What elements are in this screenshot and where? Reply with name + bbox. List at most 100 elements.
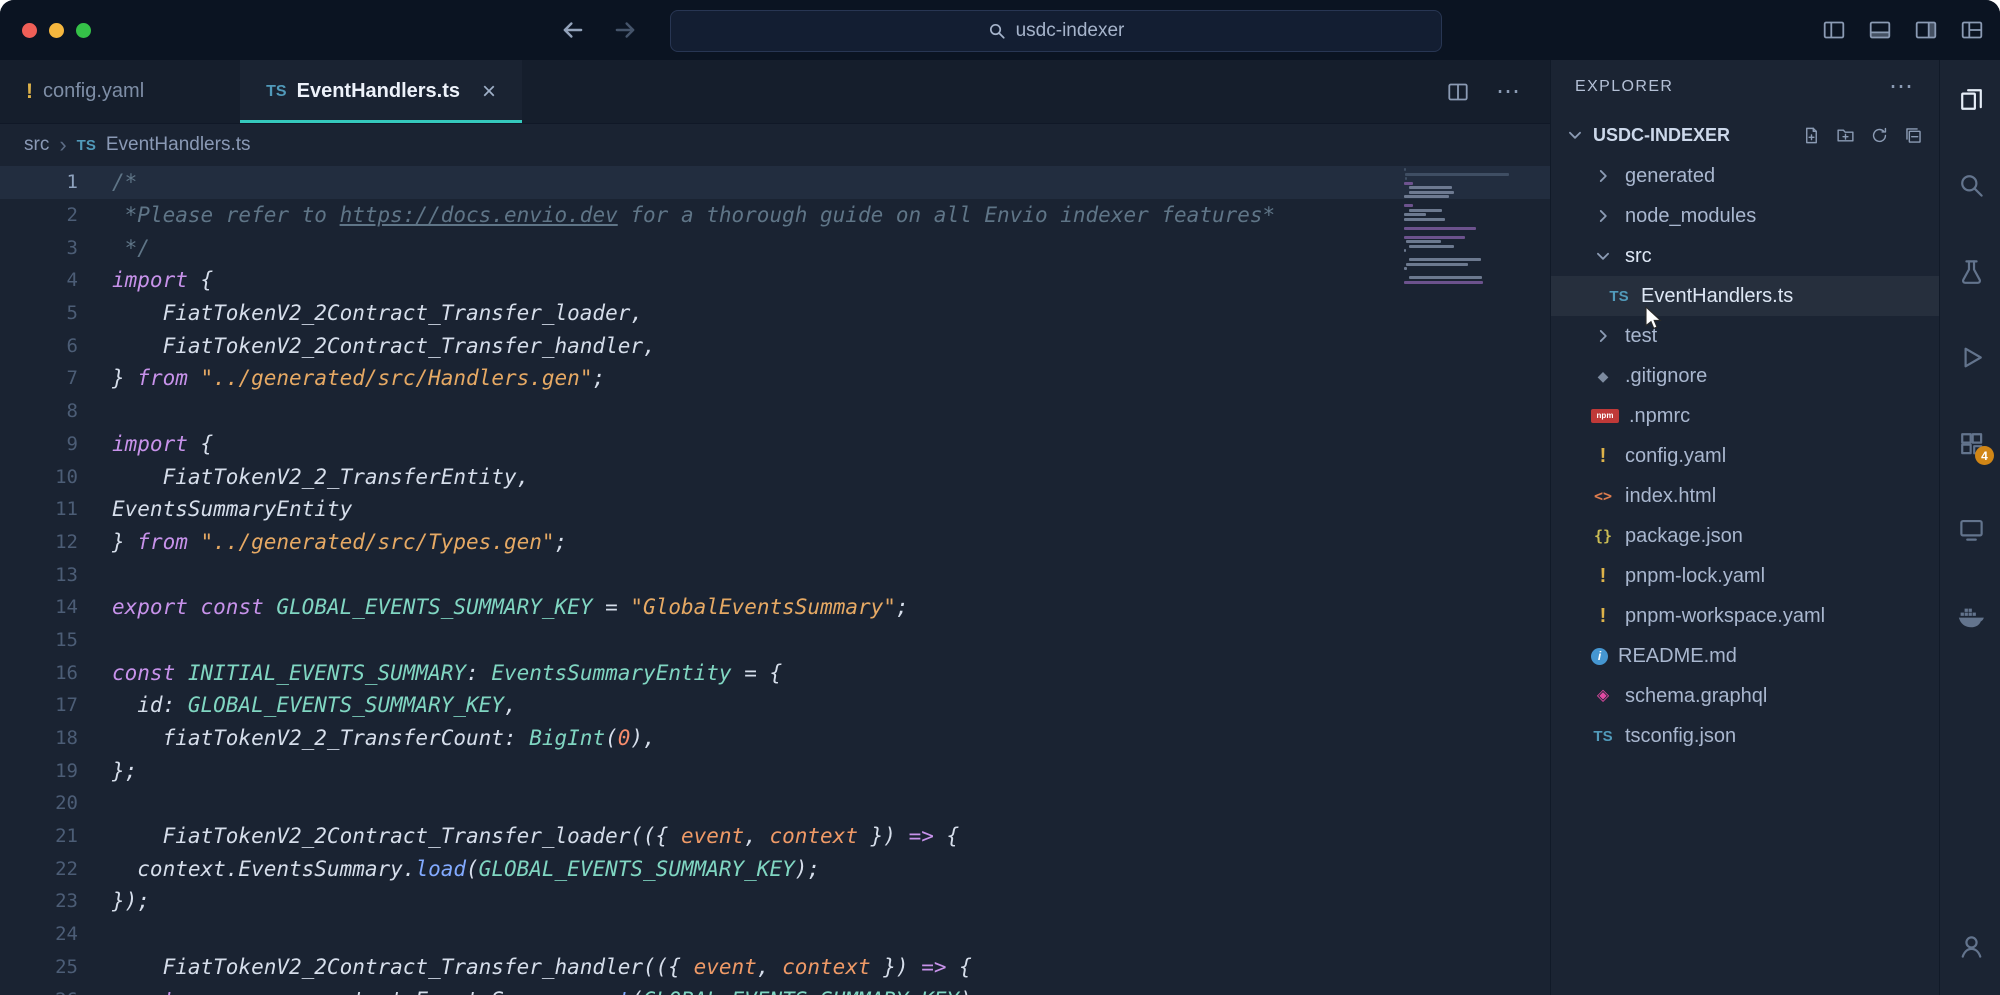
- code-line[interactable]: 4import {: [0, 264, 1550, 297]
- code-line[interactable]: 8: [0, 395, 1550, 428]
- code-line[interactable]: 14export const GLOBAL_EVENTS_SUMMARY_KEY…: [0, 591, 1550, 624]
- toggle-panel-icon[interactable]: [1868, 18, 1892, 42]
- explorer-item-label: src: [1625, 245, 1652, 268]
- code-line[interactable]: 7} from "../generated/src/Handlers.gen";: [0, 362, 1550, 395]
- code-line[interactable]: 24: [0, 918, 1550, 951]
- code-line[interactable]: 9import {: [0, 428, 1550, 461]
- explorer-item-gitignore[interactable]: ◆.gitignore: [1551, 356, 1939, 396]
- tab-config-yaml[interactable]: ! config.yaml: [0, 60, 170, 123]
- explorer-item-label: tsconfig.json: [1625, 725, 1736, 748]
- minimize-window-button[interactable]: [49, 23, 64, 38]
- code-line[interactable]: 23});: [0, 885, 1550, 918]
- run-debug-icon[interactable]: [1956, 342, 1986, 372]
- workspace-section-header[interactable]: USDC-INDEXER: [1551, 114, 1939, 156]
- yaml-icon: !: [1591, 566, 1615, 586]
- explorer-item-label: config.yaml: [1625, 445, 1726, 468]
- close-tab-icon[interactable]: ×: [482, 80, 496, 104]
- npm-icon: npm: [1591, 409, 1619, 423]
- explorer-item-schema-graphql[interactable]: ◈schema.graphql: [1551, 676, 1939, 716]
- code-editor[interactable]: 1/*2 *Please refer to https://docs.envio…: [0, 166, 1550, 995]
- code-line[interactable]: 20: [0, 787, 1550, 820]
- typescript-icon: TS: [1591, 729, 1615, 744]
- explorer-item-config-yaml[interactable]: ! config.yaml: [1551, 436, 1939, 476]
- line-number: 24: [0, 923, 78, 945]
- explorer-sidebar: EXPLORER ⋯ USDC-INDEXER generatednode_mo…: [1550, 60, 1939, 995]
- remote-explorer-icon[interactable]: [1956, 514, 1986, 544]
- code-line[interactable]: 12} from "../generated/src/Types.gen";: [0, 526, 1550, 559]
- search-icon[interactable]: [1956, 170, 1986, 200]
- explorer-item-generated[interactable]: generated: [1551, 156, 1939, 196]
- account-icon[interactable]: [1956, 931, 1986, 961]
- testing-icon[interactable]: [1956, 256, 1986, 286]
- new-folder-icon[interactable]: [1836, 126, 1855, 145]
- code-line[interactable]: 22 context.EventsSummary.load(GLOBAL_EVE…: [0, 852, 1550, 885]
- explorer-item-label: schema.graphql: [1625, 685, 1767, 708]
- explorer-item-test[interactable]: test: [1551, 316, 1939, 356]
- explorer-item-label: EventHandlers.ts: [1641, 285, 1793, 308]
- explorer-item-eventhandlers-ts[interactable]: TS EventHandlers.ts: [1551, 276, 1939, 316]
- split-editor-icon[interactable]: [1446, 80, 1470, 104]
- line-number: 22: [0, 858, 78, 880]
- explorer-item-pnpm-lock-yaml[interactable]: !pnpm-lock.yaml: [1551, 556, 1939, 596]
- code-line[interactable]: 11EventsSummaryEntity: [0, 493, 1550, 526]
- code-line[interactable]: 25 FiatTokenV2_2Contract_Transfer_handle…: [0, 951, 1550, 984]
- code-line[interactable]: 3 */: [0, 231, 1550, 264]
- explorer-item-src[interactable]: src: [1551, 236, 1939, 276]
- line-number: 1: [0, 171, 78, 193]
- explorer-item-npmrc[interactable]: npm .npmrc: [1551, 396, 1939, 436]
- minimap[interactable]: [1404, 168, 1518, 285]
- code-line[interactable]: 1/*: [0, 166, 1550, 199]
- chevron-down-icon: [1563, 126, 1587, 144]
- line-number: 5: [0, 302, 78, 324]
- explorer-item-index-html[interactable]: <>index.html: [1551, 476, 1939, 516]
- new-file-icon[interactable]: [1802, 126, 1821, 145]
- explorer-item-node-modules[interactable]: node_modules: [1551, 196, 1939, 236]
- line-number: 20: [0, 792, 78, 814]
- code-line[interactable]: 5 FiatTokenV2_2Contract_Transfer_loader,: [0, 297, 1550, 330]
- search-value: usdc-indexer: [1016, 20, 1125, 42]
- back-icon[interactable]: [560, 17, 586, 43]
- code-line[interactable]: 16const INITIAL_EVENTS_SUMMARY: EventsSu…: [0, 656, 1550, 689]
- search-icon: [988, 22, 1006, 40]
- code-line[interactable]: 17 id: GLOBAL_EVENTS_SUMMARY_KEY,: [0, 689, 1550, 722]
- line-number: 10: [0, 466, 78, 488]
- code-line[interactable]: 2 *Please refer to https://docs.envio.de…: [0, 199, 1550, 232]
- close-window-button[interactable]: [22, 23, 37, 38]
- breadcrumb-folder[interactable]: src: [24, 134, 49, 156]
- code-line[interactable]: 19};: [0, 754, 1550, 787]
- zoom-window-button[interactable]: [76, 23, 91, 38]
- code-line[interactable]: 18 fiatTokenV2_2_TransferCount: BigInt(0…: [0, 722, 1550, 755]
- forward-icon[interactable]: [612, 17, 638, 43]
- code-line[interactable]: 21 FiatTokenV2_2Contract_Transfer_loader…: [0, 820, 1550, 853]
- code-line[interactable]: 15: [0, 624, 1550, 657]
- vscode-window: usdc-indexer ! config.yaml TS EventHandl…: [0, 0, 2000, 995]
- explorer-item-readme-md[interactable]: iREADME.md: [1551, 636, 1939, 676]
- collapse-all-icon[interactable]: [1904, 126, 1923, 145]
- code-line[interactable]: 26const summary = context.EventsSummary.…: [0, 983, 1550, 995]
- code-line[interactable]: 6 FiatTokenV2_2Contract_Transfer_handler…: [0, 329, 1550, 362]
- line-number: 25: [0, 956, 78, 978]
- explorer-item-pnpm-workspace-yaml[interactable]: !pnpm-workspace.yaml: [1551, 596, 1939, 636]
- more-actions-icon[interactable]: ⋯: [1496, 80, 1522, 104]
- line-number: 3: [0, 237, 78, 259]
- yaml-icon: !: [1591, 446, 1615, 466]
- extensions-icon[interactable]: 4: [1956, 428, 1986, 458]
- toggle-secondary-sidebar-icon[interactable]: [1914, 18, 1938, 42]
- docker-icon[interactable]: [1956, 600, 1986, 630]
- code-line[interactable]: 10 FiatTokenV2_2_TransferEntity,: [0, 460, 1550, 493]
- views-and-more-actions-icon[interactable]: ⋯: [1889, 75, 1915, 99]
- code-line[interactable]: 13: [0, 558, 1550, 591]
- toggle-primary-sidebar-icon[interactable]: [1822, 18, 1846, 42]
- refresh-icon[interactable]: [1870, 126, 1889, 145]
- explorer-item-package-json[interactable]: {}package.json: [1551, 516, 1939, 556]
- explorer-item-label: .npmrc: [1629, 405, 1690, 428]
- explorer-icon[interactable]: [1956, 84, 1986, 114]
- typescript-icon: TS: [1607, 289, 1631, 304]
- command-center-search[interactable]: usdc-indexer: [670, 10, 1442, 52]
- customize-layout-icon[interactable]: [1960, 18, 1984, 42]
- explorer-title: EXPLORER: [1575, 78, 1673, 96]
- line-number: 13: [0, 564, 78, 586]
- breadcrumb-file[interactable]: EventHandlers.ts: [106, 134, 251, 156]
- tab-eventhandlers-ts[interactable]: TS EventHandlers.ts ×: [240, 60, 522, 123]
- explorer-item-tsconfig-json[interactable]: TS tsconfig.json: [1551, 716, 1939, 756]
